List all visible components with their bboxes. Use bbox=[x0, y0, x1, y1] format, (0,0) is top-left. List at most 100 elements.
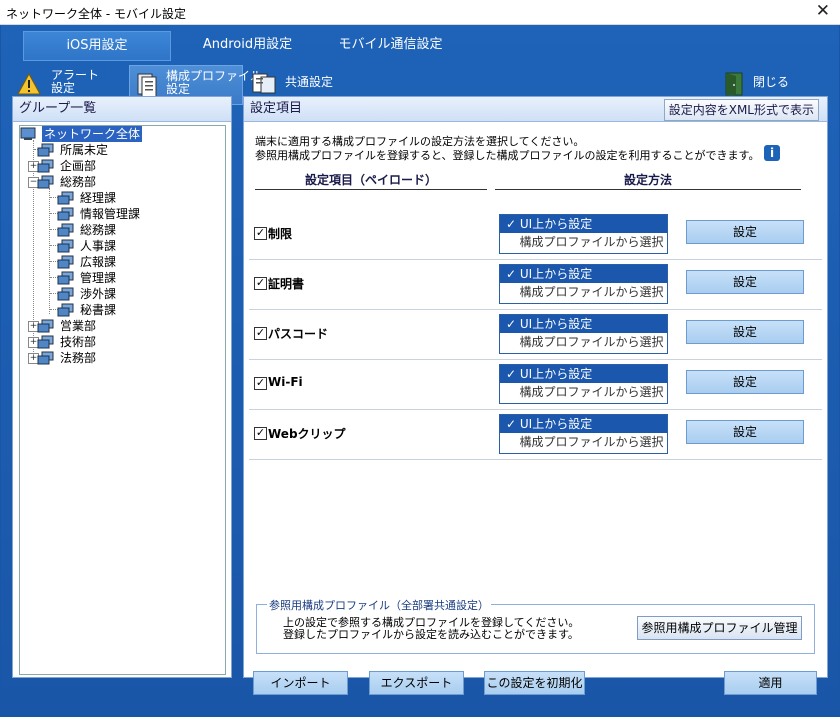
settings-panel: 設定項目 設定内容をXML形式で表示 端末に適用する構成プロファイルの設定方法を… bbox=[243, 96, 828, 695]
info-icon[interactable]: i bbox=[764, 145, 780, 161]
method-selector[interactable]: ✓ UI上から設定 構成プロファイルから選択 bbox=[499, 364, 668, 404]
method-selector[interactable]: ✓ UI上から設定 構成プロファイルから選択 bbox=[499, 214, 668, 254]
common-settings-label: 共通設定 bbox=[285, 75, 334, 89]
tree-item-external-affairs[interactable]: 渉外課 bbox=[56, 286, 216, 302]
option-ui[interactable]: ✓ UI上から設定 bbox=[500, 365, 667, 383]
tree-item-planning[interactable]: 企画部 bbox=[36, 158, 216, 174]
group-tree[interactable]: ネットワーク全体 所属未定 + 企画部 − 総務部 経理課 情報管理課 総務課 … bbox=[19, 125, 226, 675]
tree-item-label: 企画部 bbox=[60, 159, 97, 173]
group-folder-icon bbox=[57, 255, 74, 269]
tree-item-hr[interactable]: 人事課 bbox=[56, 238, 216, 254]
tree-item-label: 総務課 bbox=[80, 223, 117, 237]
exit-door-icon bbox=[725, 72, 743, 96]
payload-checkbox[interactable]: ✓ bbox=[254, 427, 267, 440]
payload-checkbox[interactable]: ✓ bbox=[254, 227, 267, 240]
option-profile[interactable]: 構成プロファイルから選択 bbox=[500, 333, 667, 352]
tree-item-general-section[interactable]: 総務課 bbox=[56, 222, 216, 238]
payload-row-wifi: ✓ Wi-Fi ✓ UI上から設定 構成プロファイルから選択 設定 bbox=[249, 359, 822, 410]
option-ui[interactable]: ✓ UI上から設定 bbox=[500, 415, 667, 433]
payload-name: パスコード bbox=[268, 327, 329, 341]
group-folder-icon bbox=[57, 303, 74, 317]
tree-item-label: 広報課 bbox=[80, 255, 117, 269]
network-icon bbox=[20, 127, 36, 140]
tree-item-label: 総務部 bbox=[60, 175, 97, 189]
documents-icon bbox=[252, 73, 276, 94]
method-selector[interactable]: ✓ UI上から設定 構成プロファイルから選択 bbox=[499, 264, 668, 304]
configure-button[interactable]: 設定 bbox=[686, 420, 804, 444]
payload-checkbox[interactable]: ✓ bbox=[254, 377, 267, 390]
group-folder-icon bbox=[37, 159, 54, 173]
tab-ios-settings[interactable]: iOS用設定 bbox=[23, 31, 171, 61]
tree-item-label: 経理課 bbox=[80, 191, 117, 205]
group-folder-icon bbox=[57, 239, 74, 253]
tree-line bbox=[49, 188, 50, 314]
payload-checkbox[interactable]: ✓ bbox=[254, 327, 267, 340]
tree-item-label: 所属未定 bbox=[60, 143, 109, 157]
reset-settings-button[interactable]: この設定を初期化 bbox=[484, 671, 585, 695]
tree-item-label: 渉外課 bbox=[80, 287, 117, 301]
configure-button[interactable]: 設定 bbox=[686, 320, 804, 344]
configure-button[interactable]: 設定 bbox=[686, 220, 804, 244]
tree-item-pr[interactable]: 広報課 bbox=[56, 254, 216, 270]
method-selector[interactable]: ✓ UI上から設定 構成プロファイルから選択 bbox=[499, 314, 668, 354]
option-ui[interactable]: ✓ UI上から設定 bbox=[500, 315, 667, 333]
import-button[interactable]: インポート bbox=[253, 671, 348, 695]
reference-profile-text: 上の設定で参照する構成プロファイルを登録してください。 登録したプロファイルから… bbox=[283, 616, 580, 641]
payload-row-passcode: ✓ パスコード ✓ UI上から設定 構成プロファイルから選択 設定 bbox=[249, 309, 822, 360]
payload-row-web-clip: ✓ Webクリップ ✓ UI上から設定 構成プロファイルから選択 設定 bbox=[249, 409, 822, 460]
payload-row-certificates: ✓ 証明書 ✓ UI上から設定 構成プロファイルから選択 設定 bbox=[249, 259, 822, 310]
group-folder-icon bbox=[37, 319, 54, 333]
settings-description: 端末に適用する構成プロファイルの設定方法を選択してください。 参照用構成プロファ… bbox=[255, 135, 760, 162]
option-ui[interactable]: ✓ UI上から設定 bbox=[500, 215, 667, 233]
title-bar: ネットワーク全体 - モバイル設定 ✕ bbox=[0, 0, 840, 25]
tab-android-settings[interactable]: Android用設定 bbox=[175, 31, 320, 59]
tree-item-info-management[interactable]: 情報管理課 bbox=[56, 206, 216, 222]
group-folder-icon bbox=[57, 207, 74, 221]
tree-item-unassigned[interactable]: 所属未定 bbox=[36, 142, 216, 158]
tree-item-accounting[interactable]: 経理課 bbox=[56, 190, 216, 206]
group-folder-icon bbox=[37, 143, 54, 157]
tree-item-label: ネットワーク全体 bbox=[42, 126, 143, 142]
group-folder-icon bbox=[37, 335, 54, 349]
close-label: 閉じる bbox=[753, 75, 790, 89]
tree-item-sales[interactable]: 営業部 bbox=[36, 318, 216, 334]
group-folder-icon bbox=[37, 175, 54, 189]
option-profile[interactable]: 構成プロファイルから選択 bbox=[500, 433, 667, 452]
configure-button[interactable]: 設定 bbox=[686, 270, 804, 294]
group-folder-icon bbox=[37, 351, 54, 365]
warning-icon bbox=[17, 72, 41, 95]
tree-item-label: 法務部 bbox=[60, 351, 97, 365]
column-header-item: 設定項目（ペイロード） bbox=[255, 171, 487, 190]
tree-item-engineering[interactable]: 技術部 bbox=[36, 334, 216, 350]
tree-item-management[interactable]: 管理課 bbox=[56, 270, 216, 286]
tree-item-secretary[interactable]: 秘書課 bbox=[56, 302, 216, 318]
tab-mobile-network-settings[interactable]: モバイル通信設定 bbox=[323, 31, 458, 59]
reference-profile-legend: 参照用構成プロファイル（全部署共通設定） bbox=[267, 597, 491, 613]
group-folder-icon bbox=[57, 223, 74, 237]
group-list-title: グループ一覧 bbox=[13, 97, 231, 122]
method-selector[interactable]: ✓ UI上から設定 構成プロファイルから選択 bbox=[499, 414, 668, 454]
payload-name: 制限 bbox=[268, 227, 293, 241]
export-button[interactable]: エクスポート bbox=[369, 671, 464, 695]
payload-name: 証明書 bbox=[268, 277, 305, 291]
tree-item-label: 営業部 bbox=[60, 319, 97, 333]
configure-button[interactable]: 設定 bbox=[686, 370, 804, 394]
reference-profile-manage-button[interactable]: 参照用構成プロファイル管理 bbox=[637, 616, 802, 640]
group-folder-icon bbox=[57, 191, 74, 205]
column-header-method: 設定方法 bbox=[495, 171, 801, 190]
apply-button[interactable]: 適用 bbox=[724, 671, 817, 695]
option-ui[interactable]: ✓ UI上から設定 bbox=[500, 265, 667, 283]
tree-item-legal[interactable]: 法務部 bbox=[36, 350, 216, 366]
profile-settings-label: 構成プロファイル 設定 bbox=[166, 69, 263, 96]
close-window-icon[interactable]: ✕ bbox=[816, 1, 830, 21]
show-xml-button[interactable]: 設定内容をXML形式で表示 bbox=[663, 99, 819, 121]
document-stack-icon bbox=[137, 73, 157, 98]
tree-item-label: 人事課 bbox=[80, 239, 117, 253]
option-profile[interactable]: 構成プロファイルから選択 bbox=[500, 283, 667, 302]
option-profile[interactable]: 構成プロファイルから選択 bbox=[500, 383, 667, 402]
option-profile[interactable]: 構成プロファイルから選択 bbox=[500, 233, 667, 252]
tree-item-general-affairs[interactable]: 総務部 bbox=[36, 174, 216, 190]
tree-item-network-all[interactable]: ネットワーク全体 bbox=[20, 126, 220, 142]
payload-checkbox[interactable]: ✓ bbox=[254, 277, 267, 290]
tree-item-label: 管理課 bbox=[80, 271, 117, 285]
